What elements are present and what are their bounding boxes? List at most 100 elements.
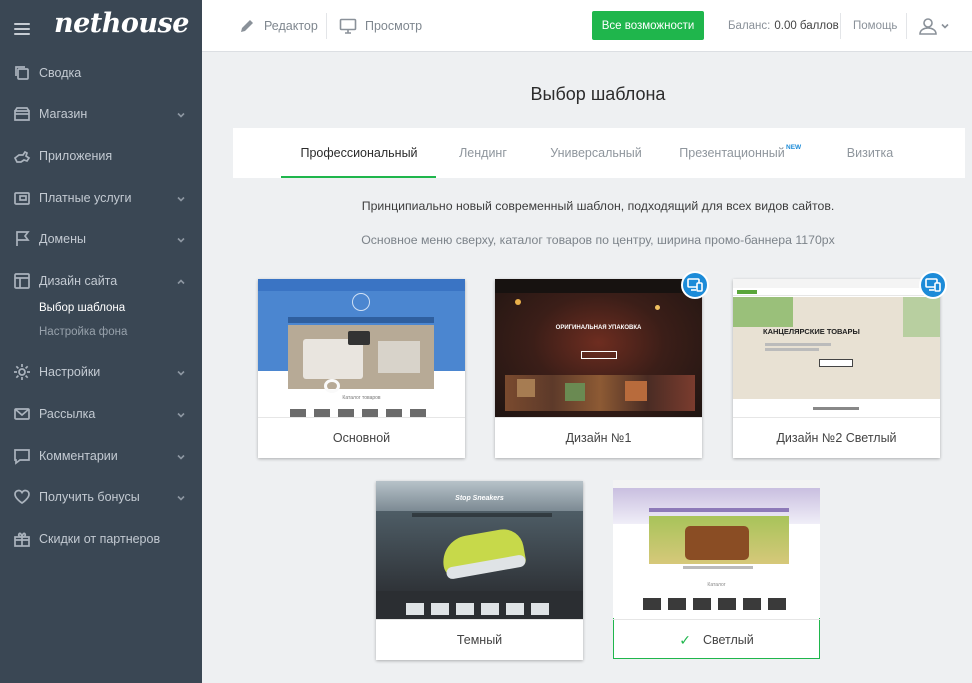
responsive-device-icon: [919, 271, 947, 299]
thumb-caption: Stop Sneakers: [455, 495, 504, 502]
tab-universal[interactable]: Универсальный: [533, 128, 659, 178]
chevron-down-icon: [176, 234, 186, 244]
all-features-button[interactable]: Все возможности: [592, 11, 704, 40]
balance-value: 0.00 баллов: [774, 20, 839, 32]
template-label: Дизайн №1: [495, 417, 702, 458]
design-submenu: Выбор шаблона Настройка фона: [0, 296, 202, 344]
template-card-basic[interactable]: Каталог товаров Основной: [258, 279, 465, 458]
comment-icon: [12, 447, 32, 465]
chevron-down-icon: [176, 109, 186, 119]
gift-icon: [12, 530, 32, 548]
copy-icon: [12, 64, 32, 82]
puzzle-icon: [12, 147, 32, 165]
sidebar-item-mailing[interactable]: Рассылка: [0, 393, 202, 435]
chevron-down-icon: [176, 367, 186, 377]
sidebar-item-summary[interactable]: Сводка: [0, 52, 202, 94]
gear-icon: [12, 363, 32, 381]
sidebar-item-label: Магазин: [39, 107, 88, 122]
template-label: ✓ Светлый: [613, 619, 820, 660]
thumb-caption: Каталог товаров: [342, 395, 381, 401]
sidebar-item-domains[interactable]: Домены: [0, 218, 202, 260]
tab-landing[interactable]: Лендинг: [443, 128, 523, 178]
thumb-caption: Каталог: [707, 582, 726, 588]
sidebar-item-settings[interactable]: Настройки: [0, 352, 202, 394]
tab-business-card[interactable]: Визитка: [833, 128, 907, 178]
submenu-item-background-settings[interactable]: Настройка фона: [39, 320, 202, 344]
logo-row: nethouse: [0, 0, 202, 56]
help-link[interactable]: Помощь: [853, 0, 897, 52]
sidebar-item-site-design[interactable]: Дизайн сайта: [0, 260, 202, 302]
sidebar-item-label: Платные услуги: [39, 190, 132, 205]
sidebar-menu: Сводка Магазин Приложения Платные услуги…: [0, 52, 202, 560]
active-tab-underline: [281, 176, 436, 178]
balance-label: Баланс:: [728, 20, 771, 32]
preview-label: Просмотр: [365, 19, 423, 33]
separator: [326, 13, 327, 39]
mail-icon: [12, 405, 32, 423]
store-icon: [12, 105, 32, 123]
sidebar-item-partner-discounts[interactable]: Скидки от партнеров: [0, 518, 202, 560]
editor-button[interactable]: Редактор: [239, 0, 318, 52]
template-details: Основное меню сверху, каталог товаров по…: [361, 233, 835, 247]
heart-icon: [12, 488, 32, 506]
template-card-design-1[interactable]: ОРИГИНАЛЬНАЯ УПАКОВКА Дизайн №1: [495, 271, 709, 458]
balance[interactable]: Баланс: 0.00 баллов: [728, 0, 839, 52]
page-title: Выбор шаблона: [530, 84, 666, 104]
preview-button[interactable]: Просмотр: [339, 0, 422, 52]
template-thumbnail: Stop Sneakers: [376, 481, 583, 619]
top-bar: Редактор Просмотр Все возможности Баланс…: [202, 0, 972, 52]
sidebar-item-label: Домены: [39, 232, 86, 247]
template-card-dark[interactable]: Stop Sneakers Темный: [376, 481, 583, 660]
flag-icon: [12, 230, 32, 248]
template-label: Основной: [258, 417, 465, 458]
sidebar-item-label: Скидки от партнеров: [39, 531, 161, 546]
sidebar-item-label: Настройки: [39, 365, 101, 380]
tab-professional[interactable]: Профессиональный: [281, 128, 437, 178]
wallet-icon: [12, 189, 32, 207]
chevron-down-icon: [176, 451, 186, 461]
sidebar: nethouse Сводка Магазин Приложения Платн…: [0, 0, 202, 683]
sidebar-item-label: Получить бонусы: [39, 490, 140, 505]
template-description: Принципиально новый современный шаблон, …: [361, 199, 835, 213]
template-card-light[interactable]: Каталог ✓ Светлый: [613, 480, 820, 659]
sidebar-item-apps[interactable]: Приложения: [0, 135, 202, 177]
template-thumbnail: Каталог товаров: [258, 279, 465, 417]
thumb-caption: КАНЦЕЛЯРСКИЕ ТОВАРЫ: [763, 327, 860, 336]
pencil-icon: [241, 20, 253, 32]
chevron-down-icon: [176, 409, 186, 419]
sidebar-item-bonuses[interactable]: Получить бонусы: [0, 476, 202, 518]
sidebar-item-label: Рассылка: [39, 406, 96, 421]
template-tabs: Профессиональный Лендинг Универсальный П…: [233, 128, 965, 178]
sidebar-item-comments[interactable]: Комментарии: [0, 435, 202, 477]
logo[interactable]: nethouse: [54, 8, 189, 39]
separator: [906, 13, 907, 39]
hamburger-menu-icon[interactable]: [14, 23, 30, 35]
user-menu-button[interactable]: [918, 0, 950, 52]
template-label: Темный: [376, 619, 583, 660]
template-card-design-2-light[interactable]: КАНЦЕЛЯРСКИЕ ТОВАРЫ Дизайн №2 Светлый: [733, 271, 947, 458]
sidebar-item-paid-services[interactable]: Платные услуги: [0, 177, 202, 219]
tab-presentation[interactable]: Презентационный: [675, 128, 789, 178]
sidebar-item-label: Комментарии: [39, 448, 118, 463]
editor-label: Редактор: [264, 19, 318, 33]
template-thumbnail: Каталог: [613, 480, 820, 618]
chevron-down-icon: [941, 23, 949, 29]
layout-icon: [12, 272, 32, 290]
check-icon: ✓: [679, 631, 691, 648]
monitor-icon: [339, 18, 357, 34]
sidebar-item-label: Сводка: [39, 65, 82, 80]
template-thumbnail: КАНЦЕЛЯРСКИЕ ТОВАРЫ: [733, 279, 940, 417]
sidebar-item-label: Приложения: [39, 148, 113, 163]
template-thumbnail: ОРИГИНАЛЬНАЯ УПАКОВКА: [495, 279, 702, 417]
responsive-device-icon: [681, 271, 709, 299]
thumb-caption: ОРИГИНАЛЬНАЯ УПАКОВКА: [555, 325, 642, 331]
chevron-down-icon: [176, 193, 186, 203]
chevron-down-icon: [176, 492, 186, 502]
template-label: Дизайн №2 Светлый: [733, 417, 940, 458]
sidebar-item-label: Дизайн сайта: [39, 273, 118, 288]
separator: [840, 13, 841, 39]
chevron-up-icon: [176, 276, 186, 286]
user-icon: [919, 18, 937, 35]
new-badge: NEW: [786, 144, 802, 151]
sidebar-item-store[interactable]: Магазин: [0, 94, 202, 136]
